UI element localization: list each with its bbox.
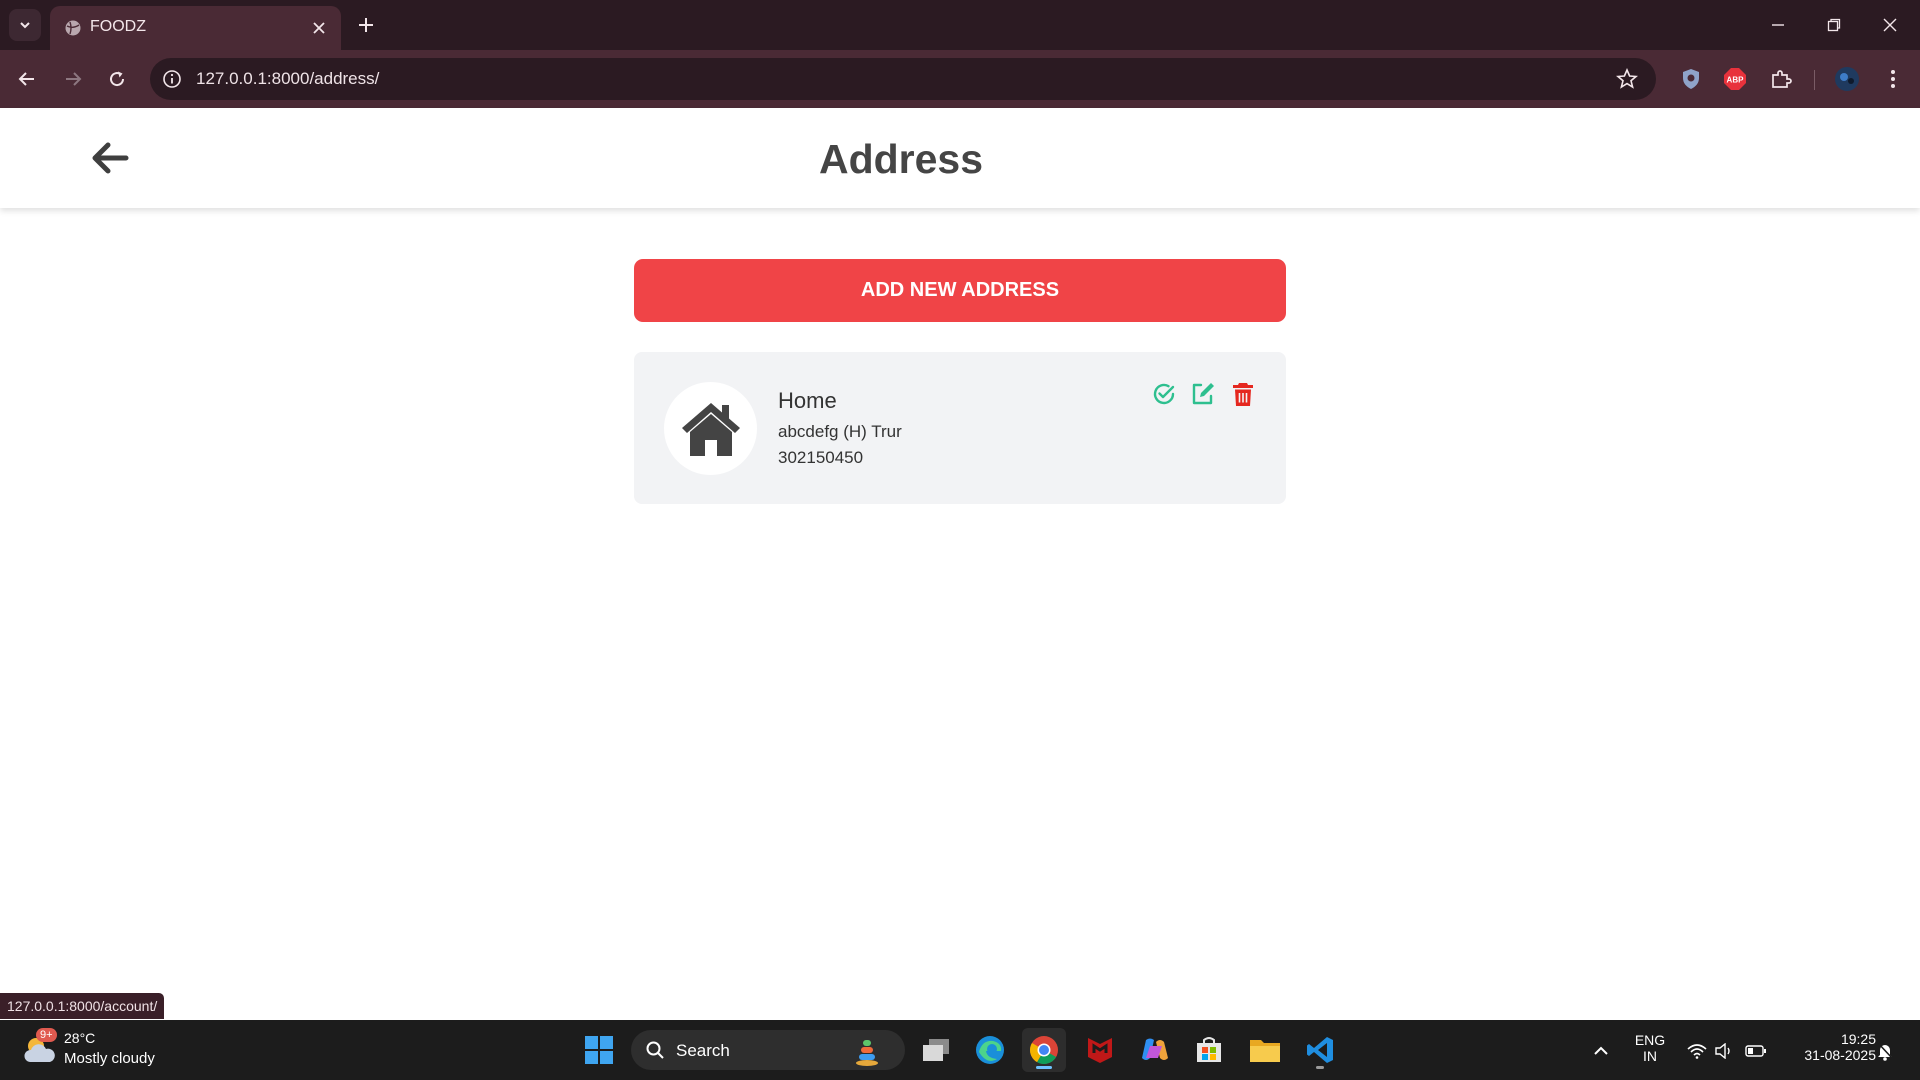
edge-icon (976, 1036, 1004, 1064)
windows-icon (585, 1036, 613, 1064)
reload-icon (110, 71, 125, 87)
taskbar-search[interactable]: Search (631, 1030, 905, 1070)
chevron-down-icon (20, 22, 30, 29)
edit-icon (1192, 383, 1214, 405)
delete-address-button[interactable] (1229, 380, 1257, 408)
page-title: Address (818, 136, 984, 182)
language-indicator[interactable]: ENG IN (1630, 1032, 1670, 1064)
language-code: ENG (1634, 1032, 1666, 1048)
adblock-label: ABP (1727, 76, 1745, 85)
close-icon (1883, 18, 1897, 32)
notifications-button[interactable] (1874, 1040, 1896, 1062)
wifi-icon (1687, 1044, 1707, 1059)
new-tab-button[interactable] (352, 11, 380, 39)
info-icon[interactable] (162, 69, 182, 89)
store-icon (1197, 1037, 1221, 1062)
tab-close-button[interactable] (309, 18, 329, 38)
arrow-left-icon (18, 72, 34, 86)
copilot-app[interactable] (1133, 1028, 1177, 1072)
tab-foodz[interactable]: FOODZ (50, 6, 341, 50)
forward-button[interactable] (56, 62, 90, 96)
page-header: Address (0, 108, 1920, 208)
puzzle-icon (1772, 70, 1792, 88)
volume-icon (1715, 1043, 1730, 1059)
mcafee-app[interactable] (1078, 1028, 1122, 1072)
tray-overflow-button[interactable] (1590, 1040, 1612, 1062)
bell-icon (1877, 1042, 1893, 1061)
weather-badge: 9+ (36, 1028, 57, 1042)
active-indicator (1036, 1066, 1052, 1069)
weather-temperature: 28°C (64, 1030, 96, 1046)
extensions-button[interactable] (1766, 64, 1796, 94)
reload-button[interactable] (100, 62, 134, 96)
edge-app[interactable] (968, 1028, 1012, 1072)
address-card: Home abcdefg (H) Trur 302150450 (634, 352, 1286, 504)
microsoft-store-app[interactable] (1187, 1028, 1231, 1072)
address-avatar (664, 382, 757, 475)
vscode-icon (1307, 1037, 1333, 1063)
check-circle-icon (1153, 383, 1175, 405)
plus-icon (359, 18, 373, 32)
clock-date: 31-08-2025 (1804, 1047, 1876, 1063)
weather-description: Mostly cloudy (64, 1050, 155, 1067)
browser-toolbar: 127.0.0.1:8000/address/ ABP (0, 50, 1920, 108)
minimize-button[interactable] (1750, 0, 1806, 50)
restore-button[interactable] (1806, 0, 1862, 50)
search-icon (646, 1041, 664, 1059)
start-button[interactable] (577, 1028, 621, 1072)
folder-icon (1250, 1040, 1280, 1062)
search-highlight-icon (856, 1040, 878, 1066)
battery-status[interactable] (1745, 1040, 1767, 1062)
globe-icon (65, 20, 81, 36)
adblock-extension-button[interactable]: ABP (1720, 64, 1750, 94)
more-vertical-icon (1891, 70, 1895, 88)
trash-icon (1233, 383, 1253, 406)
clock[interactable]: 19:25 31-08-2025 (1778, 1031, 1876, 1063)
minimize-icon (1772, 24, 1784, 26)
select-address-button[interactable] (1150, 380, 1178, 408)
shield-icon (1683, 69, 1699, 89)
battery-icon (1745, 1045, 1766, 1057)
vscode-app[interactable] (1298, 1028, 1342, 1072)
profile-avatar[interactable] (1832, 64, 1862, 94)
region-code: IN (1643, 1048, 1657, 1064)
address-bar[interactable]: 127.0.0.1:8000/address/ (150, 58, 1656, 100)
back-button[interactable] (10, 62, 44, 96)
adblock-icon: ABP (1724, 68, 1746, 90)
chevron-up-icon (1594, 1046, 1608, 1055)
chrome-icon (1030, 1036, 1058, 1064)
volume-status[interactable] (1713, 1040, 1735, 1062)
avatar-icon (1835, 67, 1859, 91)
task-view-icon (923, 1039, 949, 1061)
running-indicator (1316, 1066, 1324, 1069)
address-name: Home (778, 388, 837, 413)
window-close-button[interactable] (1862, 0, 1918, 50)
browser-tab-bar: FOODZ (0, 0, 1920, 50)
tab-list-button[interactable] (9, 9, 41, 41)
edit-address-button[interactable] (1189, 380, 1217, 408)
address-phone: 302150450 (778, 448, 864, 467)
home-icon (681, 402, 740, 456)
toolbar-divider (1814, 70, 1815, 90)
clock-time: 19:25 (1840, 1031, 1876, 1047)
link-status-bubble: 127.0.0.1:8000/account/ (0, 993, 165, 1019)
tab-title: FOODZ (90, 18, 146, 35)
file-explorer-app[interactable] (1243, 1028, 1287, 1072)
privacy-extension-button[interactable] (1676, 64, 1706, 94)
address-line: abcdefg (H) Trur (778, 422, 902, 441)
wifi-status[interactable] (1686, 1040, 1708, 1062)
task-view-button[interactable] (914, 1028, 958, 1072)
add-new-address-button[interactable]: ADD NEW ADDRESS (634, 259, 1286, 322)
url-text: 127.0.0.1:8000/address/ (196, 69, 380, 88)
arrow-right-icon (66, 72, 82, 86)
restore-icon (1827, 18, 1841, 32)
star-icon[interactable] (1616, 68, 1638, 90)
search-label: Search (676, 1041, 730, 1060)
chrome-app[interactable] (1022, 1028, 1066, 1072)
taskbar: 9+ 28°C Mostly cloudy Search ENG IN 19:2… (0, 1020, 1920, 1080)
close-icon (313, 22, 325, 34)
mcafee-icon (1088, 1038, 1112, 1063)
copilot-icon (1142, 1038, 1168, 1060)
browser-menu-button[interactable] (1878, 64, 1908, 94)
